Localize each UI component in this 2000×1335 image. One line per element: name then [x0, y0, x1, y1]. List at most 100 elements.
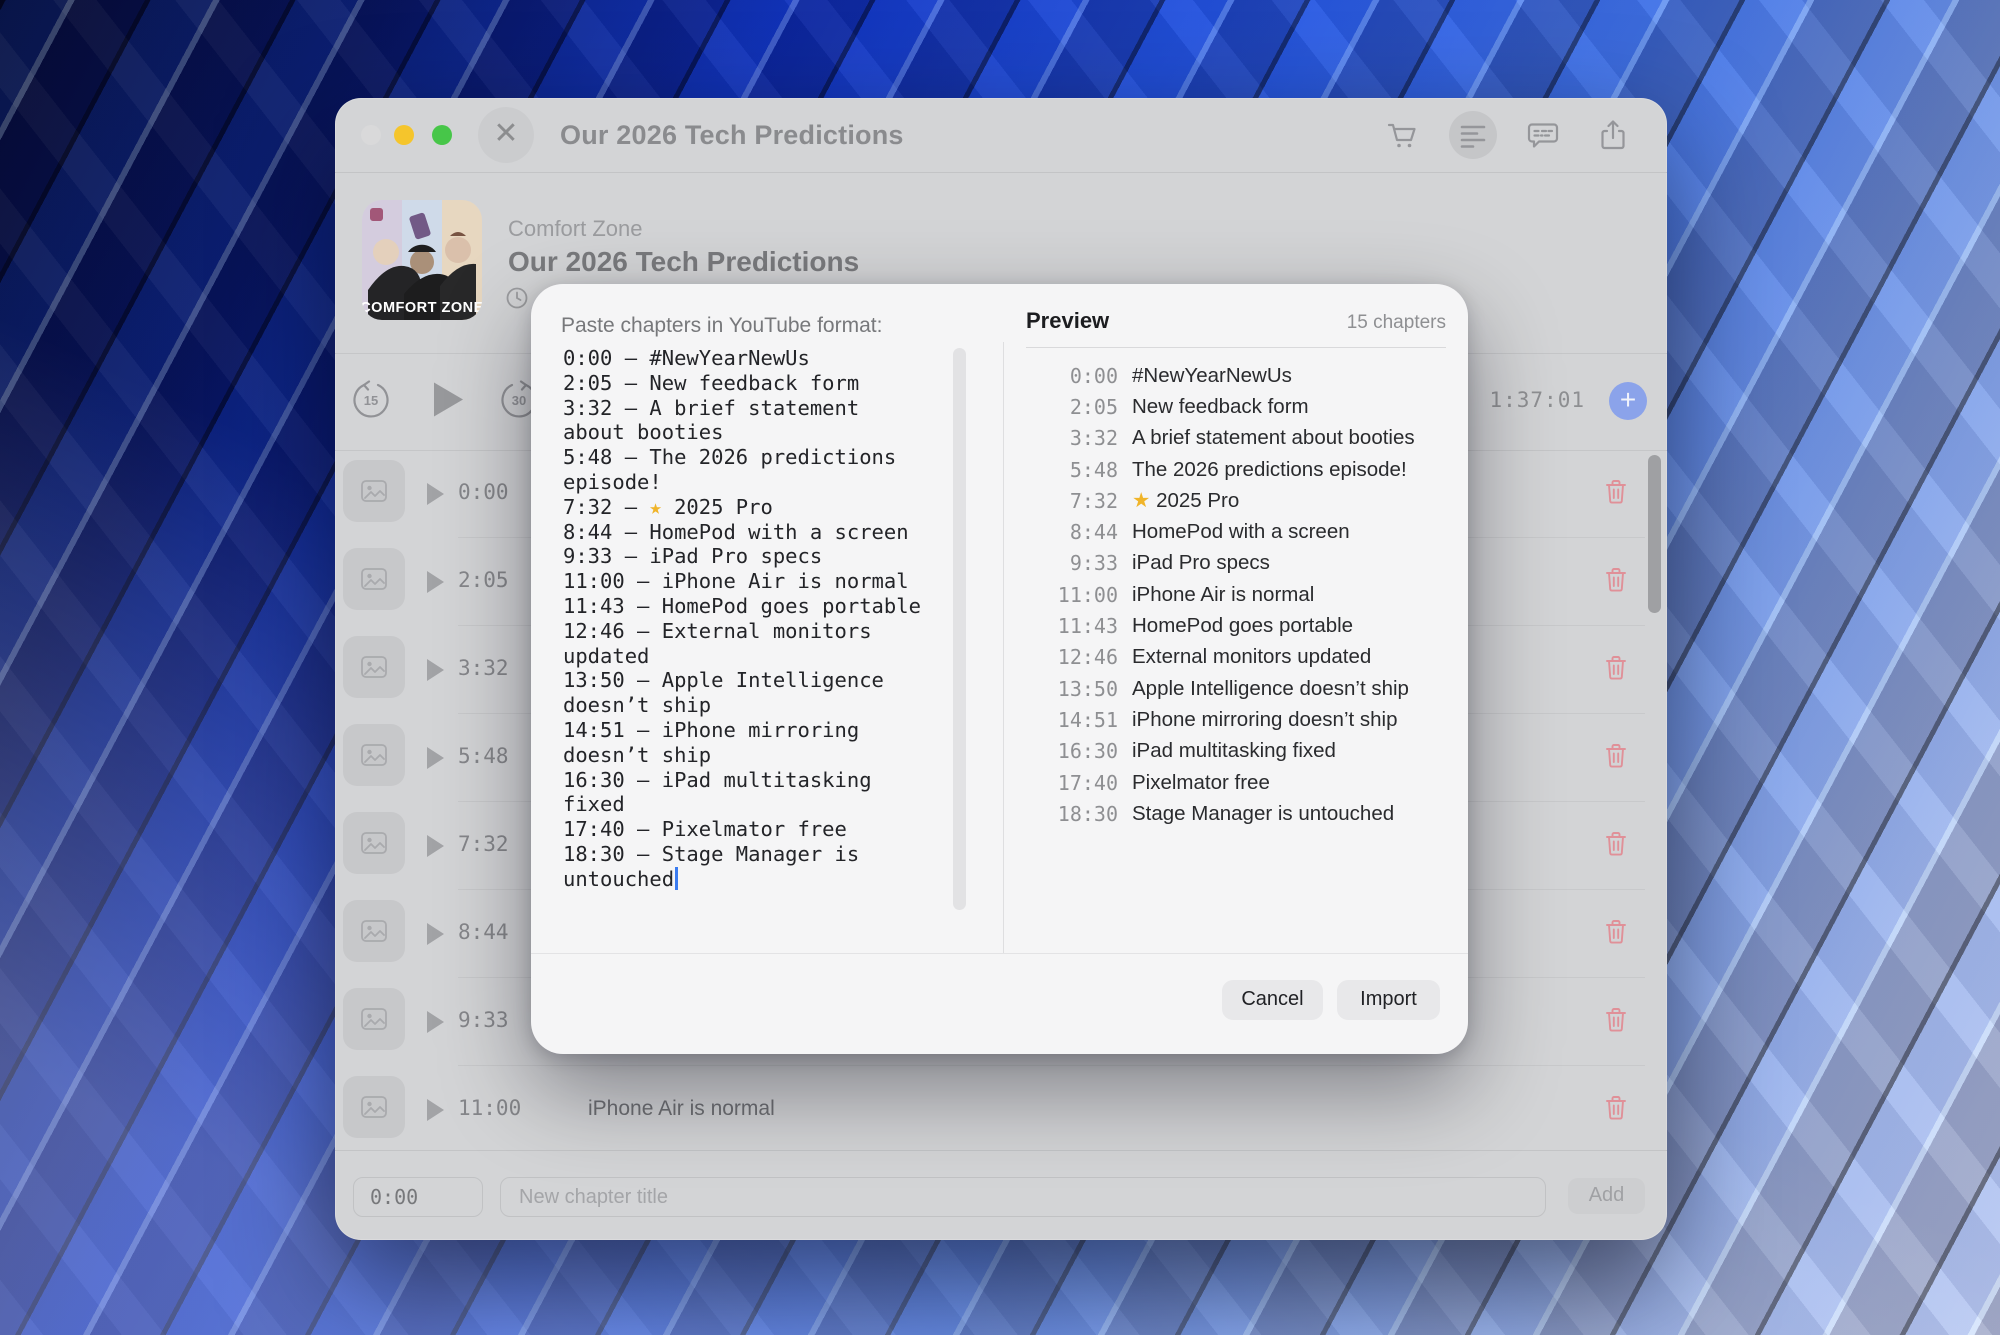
preview-chapter-title: Stage Manager is untouched	[1132, 802, 1394, 826]
preview-time: 16:30	[1026, 739, 1118, 763]
row-play-icon[interactable]	[427, 1011, 444, 1033]
preview-chapter-title: HomePod goes portable	[1132, 614, 1353, 638]
chapter-title: iPhone Air is normal	[588, 1097, 775, 1121]
preview-time: 7:32	[1026, 489, 1118, 513]
chapter-list-icon[interactable]	[1449, 111, 1497, 159]
cart-icon[interactable]	[1379, 111, 1427, 159]
chapter-row: 11:00 iPhone Air is normal	[335, 1066, 1667, 1154]
clock-icon	[505, 286, 529, 315]
preview-chapter-title: External monitors updated	[1132, 645, 1371, 669]
preview-time: 13:50	[1026, 677, 1118, 701]
chapter-time: 2:05	[458, 568, 509, 592]
close-icon[interactable]: ✕	[478, 107, 534, 163]
preview-chapter-title: New feedback form	[1132, 395, 1309, 419]
preview-chapter-title: iPad Pro specs	[1132, 551, 1270, 575]
chapter-time: 11:00	[458, 1096, 521, 1120]
preview-row: 16:30 iPad multitasking fixed	[1026, 736, 1454, 767]
preview-title: Preview	[1026, 308, 1109, 334]
preview-row: 12:46External monitors updated	[1026, 642, 1454, 673]
svg-text:15: 15	[364, 393, 378, 408]
window-title: Our 2026 Tech Predictions	[560, 120, 904, 151]
chapter-time: 9:33	[458, 1008, 509, 1032]
trash-icon[interactable]	[1605, 1007, 1627, 1037]
preview-time: 0:00	[1026, 364, 1118, 388]
trash-icon[interactable]	[1605, 567, 1627, 597]
row-play-icon[interactable]	[427, 1099, 444, 1121]
chapter-thumbnail[interactable]	[343, 460, 405, 522]
preview-row: 18:30Stage Manager is untouched	[1026, 798, 1454, 829]
preview-chapter-title: HomePod with a screen	[1132, 520, 1350, 544]
episode-duration: 1:37:01	[1489, 388, 1585, 412]
preview-chapter-title: Apple Intelligence doesn’t ship	[1132, 677, 1409, 701]
preview-row: 2:05New feedback form	[1026, 391, 1454, 422]
trash-icon[interactable]	[1605, 655, 1627, 685]
podcast-artwork: COMFORT ZONE	[362, 200, 482, 320]
editor-scrollbar[interactable]	[953, 348, 966, 910]
chapter-time: 8:44	[458, 920, 509, 944]
transcript-bubble-icon[interactable]	[1519, 111, 1567, 159]
chapter-thumbnail[interactable]	[343, 724, 405, 786]
share-icon[interactable]	[1589, 111, 1637, 159]
new-chapter-time-field[interactable]	[353, 1177, 483, 1217]
text-caret	[675, 867, 678, 890]
chapter-thumbnail[interactable]	[343, 1076, 405, 1138]
preview-chapter-title: iPhone mirroring doesn’t ship	[1132, 708, 1398, 732]
preview-chapter-title: Pixelmator free	[1132, 771, 1270, 795]
preview-chapter-title: #NewYearNewUs	[1132, 364, 1292, 388]
preview-list: 0:00 #NewYearNewUs 2:05New feedback form 3:…	[1026, 360, 1454, 829]
import-button[interactable]: Import	[1337, 980, 1440, 1020]
preview-row: 11:00 iPhone Air is normal	[1026, 579, 1454, 610]
preview-chapter-title: iPad multitasking fixed	[1132, 739, 1336, 763]
new-chapter-title-input[interactable]	[500, 1177, 1546, 1217]
preview-chapter-title: ★ 2025 Pro	[1132, 488, 1239, 513]
add-chapter-button[interactable]: Add	[1568, 1178, 1645, 1214]
preview-row: 8:44 HomePod with a screen	[1026, 516, 1454, 547]
editor-label: Paste chapters in YouTube format:	[561, 314, 882, 338]
trash-icon[interactable]	[1605, 1095, 1627, 1125]
preview-row: 14:51 iPhone mirroring doesn’t ship	[1026, 704, 1454, 735]
preview-chapter-title: iPhone Air is normal	[1132, 583, 1314, 607]
show-name: Comfort Zone	[508, 216, 643, 242]
preview-row: 9:33 iPad Pro specs	[1026, 548, 1454, 579]
preview-row: 13:50 Apple Intelligence doesn’t ship	[1026, 673, 1454, 704]
preview-row: 11:43 HomePod goes portable	[1026, 610, 1454, 641]
import-chapters-modal: Paste chapters in YouTube format: 0:00 –…	[531, 284, 1468, 1054]
row-play-icon[interactable]	[427, 835, 444, 857]
preview-time: 8:44	[1026, 520, 1118, 544]
preview-chapter-title: A brief statement about booties	[1132, 426, 1415, 450]
skip-back-15-button[interactable]: 15	[351, 380, 391, 425]
preview-time: 3:32	[1026, 426, 1118, 450]
preview-time: 11:43	[1026, 614, 1118, 638]
svg-text:30: 30	[512, 393, 526, 408]
cancel-button[interactable]: Cancel	[1222, 980, 1323, 1020]
traffic-light-close[interactable]	[361, 125, 381, 145]
traffic-light-minimize[interactable]	[394, 125, 414, 145]
preview-time: 11:00	[1026, 583, 1118, 607]
chapter-thumbnail[interactable]	[343, 812, 405, 874]
trash-icon[interactable]	[1605, 831, 1627, 861]
row-play-icon[interactable]	[427, 747, 444, 769]
trash-icon[interactable]	[1605, 743, 1627, 773]
preview-chapter-count: 15 chapters	[1347, 312, 1446, 334]
row-play-icon[interactable]	[427, 659, 444, 681]
preview-time: 9:33	[1026, 551, 1118, 575]
add-chapter-plus-button[interactable]: +	[1609, 382, 1647, 420]
play-button[interactable]	[430, 380, 466, 425]
chapter-time: 3:32	[458, 656, 509, 680]
row-play-icon[interactable]	[427, 483, 444, 505]
preview-time: 14:51	[1026, 708, 1118, 732]
row-play-icon[interactable]	[427, 923, 444, 945]
chapter-thumbnail[interactable]	[343, 988, 405, 1050]
chapter-thumbnail[interactable]	[343, 900, 405, 962]
chapter-thumbnail[interactable]	[343, 548, 405, 610]
chapter-thumbnail[interactable]	[343, 636, 405, 698]
list-scrollbar[interactable]	[1648, 455, 1661, 613]
chapters-textarea[interactable]: 0:00 – #NewYearNewUs 2:05 – New feedback…	[563, 346, 931, 892]
trash-icon[interactable]	[1605, 919, 1627, 949]
preview-time: 5:48	[1026, 458, 1118, 482]
traffic-light-zoom[interactable]	[432, 125, 452, 145]
row-play-icon[interactable]	[427, 571, 444, 593]
chapter-time: 5:48	[458, 744, 509, 768]
preview-row: 0:00 #NewYearNewUs	[1026, 360, 1454, 391]
trash-icon[interactable]	[1605, 479, 1627, 509]
